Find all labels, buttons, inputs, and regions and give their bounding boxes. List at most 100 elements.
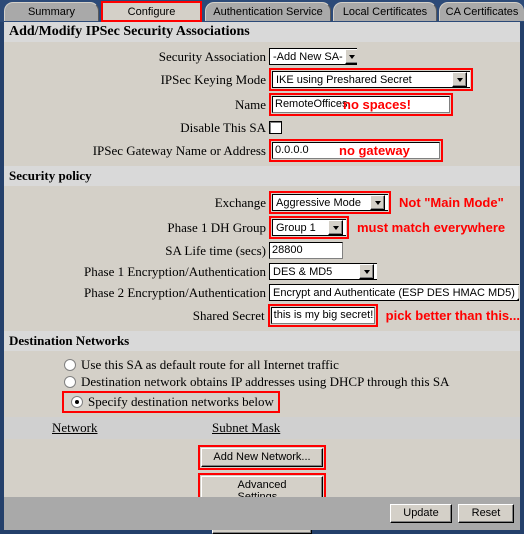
sa-lifetime-field: 28800 bbox=[269, 242, 343, 259]
ipsec-gateway-field: 0.0.0.0 no gateway bbox=[269, 139, 443, 162]
ipsec-gateway-highlight: 0.0.0.0 no gateway bbox=[269, 139, 443, 162]
ipsec-gateway-annotation: no gateway bbox=[339, 143, 410, 158]
page-title: Add/Modify IPSec Security Associations bbox=[4, 22, 520, 42]
name-highlight: RemoteOffices no spaces! bbox=[269, 93, 453, 116]
phase1-encryption-select[interactable]: DES & MD5 bbox=[269, 263, 377, 280]
tab-label: Local Certificates bbox=[342, 6, 428, 18]
exchange-value: Aggressive Mode bbox=[276, 196, 361, 209]
update-button[interactable]: Update bbox=[390, 504, 452, 523]
security-policy-header: Security policy bbox=[4, 166, 520, 186]
phase1-dh-group-label: Phase 1 DH Group bbox=[167, 219, 266, 235]
ipsec-keying-mode-field: IKE using Preshared Secret bbox=[269, 68, 473, 91]
phase1-dh-group-annotation: must match everywhere bbox=[357, 220, 506, 235]
phase2-encryption-field: Encrypt and Authenticate (ESP DES HMAC M… bbox=[269, 284, 519, 301]
network-table-header: Network Subnet Mask bbox=[4, 417, 520, 439]
radio-icon[interactable] bbox=[64, 376, 76, 388]
name-label: Name bbox=[234, 96, 266, 112]
ipsec-keying-mode-select[interactable]: IKE using Preshared Secret bbox=[272, 71, 470, 88]
shared-secret-highlight: this is my big secret! bbox=[267, 304, 378, 327]
phase1-encryption-value: DES & MD5 bbox=[273, 265, 333, 278]
exchange-field: Aggressive Mode Not "Main Mode" bbox=[269, 191, 504, 214]
configure-panel: Add/Modify IPSec Security Associations S… bbox=[4, 22, 520, 534]
tab-label: Summary bbox=[27, 6, 76, 18]
destination-option-label: Specify destination networks below bbox=[88, 394, 274, 409]
tab-authentication-service[interactable]: Authentication Service bbox=[205, 2, 331, 21]
destination-option-specify-highlight: Specify destination networks below bbox=[62, 391, 280, 413]
row-phase2-encryption: Phase 2 Encryption/Authentication Encryp… bbox=[4, 283, 520, 302]
ipsec-config-window: Summary Configure Authentication Service… bbox=[0, 0, 524, 534]
phase2-encryption-label: Phase 2 Encryption/Authentication bbox=[84, 284, 266, 300]
security-association-value: -Add New SA- bbox=[273, 50, 343, 63]
tab-summary[interactable]: Summary bbox=[4, 2, 99, 21]
add-new-network-highlight: Add New Network... bbox=[198, 445, 326, 470]
phase2-encryption-select[interactable]: Encrypt and Authenticate (ESP DES HMAC M… bbox=[269, 284, 519, 301]
phase1-dh-group-field: Group 1 must match everywhere bbox=[269, 216, 505, 239]
ipsec-keying-mode-label: IPSec Keying Mode bbox=[160, 71, 266, 87]
column-header-subnet-mask: Subnet Mask bbox=[212, 420, 281, 435]
row-sa-lifetime: SA Life time (secs) 28800 bbox=[4, 241, 520, 260]
phase1-dh-group-select[interactable]: Group 1 bbox=[272, 219, 346, 236]
exchange-annotation: Not "Main Mode" bbox=[399, 195, 504, 210]
phase1-dh-group-highlight: Group 1 bbox=[269, 216, 349, 239]
chevron-down-icon[interactable] bbox=[370, 195, 385, 210]
sa-lifetime-input[interactable]: 28800 bbox=[269, 242, 343, 259]
reset-button[interactable]: Reset bbox=[458, 504, 514, 523]
exchange-select[interactable]: Aggressive Mode bbox=[272, 194, 388, 211]
name-annotation: no spaces! bbox=[343, 97, 411, 112]
row-ipsec-gateway: IPSec Gateway Name or Address 0.0.0.0 no… bbox=[4, 139, 520, 162]
chevron-down-icon[interactable] bbox=[452, 72, 467, 87]
sa-lifetime-label: SA Life time (secs) bbox=[165, 242, 266, 258]
row-phase1-encryption: Phase 1 Encryption/Authentication DES & … bbox=[4, 262, 520, 281]
network-action-buttons: Add New Network... bbox=[4, 445, 520, 470]
tab-label: CA Certificates bbox=[445, 6, 519, 18]
row-shared-secret: Shared Secret this is my big secret! pic… bbox=[4, 304, 520, 327]
footer-bar: Update Reset bbox=[4, 497, 520, 530]
tab-local-certificates[interactable]: Local Certificates bbox=[333, 2, 437, 21]
name-field: RemoteOffices no spaces! bbox=[269, 93, 453, 116]
radio-icon[interactable] bbox=[64, 359, 76, 371]
exchange-highlight: Aggressive Mode bbox=[269, 191, 391, 214]
shared-secret-input[interactable]: this is my big secret! bbox=[270, 307, 375, 324]
row-exchange: Exchange Aggressive Mode Not "Main Mode" bbox=[4, 191, 520, 214]
chevron-down-icon[interactable] bbox=[344, 49, 357, 64]
tab-label: Configure bbox=[127, 5, 176, 18]
chevron-down-icon[interactable] bbox=[359, 264, 374, 279]
phase2-encryption-value: Encrypt and Authenticate (ESP DES HMAC M… bbox=[273, 286, 515, 299]
exchange-label: Exchange bbox=[214, 194, 266, 210]
ipsec-keying-mode-highlight: IKE using Preshared Secret bbox=[269, 68, 473, 91]
destination-option-label: Use this SA as default route for all Int… bbox=[81, 357, 339, 372]
security-association-label: Security Association bbox=[158, 48, 266, 64]
disable-this-sa-label: Disable This SA bbox=[180, 119, 266, 135]
shared-secret-field: this is my big secret! pick better than … bbox=[267, 304, 520, 327]
destination-option-label: Destination network obtains IP addresses… bbox=[81, 374, 450, 389]
ipsec-gateway-label: IPSec Gateway Name or Address bbox=[92, 142, 266, 158]
add-new-network-button[interactable]: Add New Network... bbox=[201, 448, 323, 467]
security-association-select[interactable]: -Add New SA- bbox=[269, 48, 357, 65]
destination-option-default-route[interactable]: Use this SA as default route for all Int… bbox=[4, 357, 520, 373]
destination-option-specify[interactable]: Specify destination networks below bbox=[4, 391, 520, 413]
shared-secret-label: Shared Secret bbox=[192, 307, 265, 323]
destination-networks-header: Destination Networks bbox=[4, 331, 520, 351]
row-disable-this-sa: Disable This SA bbox=[4, 118, 520, 137]
row-ipsec-keying-mode: IPSec Keying Mode IKE using Preshared Se… bbox=[4, 68, 520, 91]
disable-this-sa-checkbox[interactable] bbox=[269, 121, 282, 134]
row-name: Name RemoteOffices no spaces! bbox=[4, 93, 520, 116]
tab-ca-certificates[interactable]: CA Certificates bbox=[439, 2, 524, 21]
disable-this-sa-field bbox=[269, 121, 282, 134]
column-header-network: Network bbox=[52, 420, 98, 435]
ipsec-keying-mode-value: IKE using Preshared Secret bbox=[276, 73, 412, 86]
row-phase1-dh-group: Phase 1 DH Group Group 1 must match ever… bbox=[4, 216, 520, 239]
radio-icon[interactable] bbox=[71, 396, 83, 408]
shared-secret-annotation: pick better than this... bbox=[385, 308, 520, 323]
security-association-field: -Add New SA- bbox=[269, 48, 357, 65]
destination-option-dhcp[interactable]: Destination network obtains IP addresses… bbox=[4, 374, 520, 390]
tab-configure[interactable]: Configure bbox=[101, 1, 202, 22]
chevron-down-icon[interactable] bbox=[516, 285, 519, 300]
phase1-encryption-label: Phase 1 Encryption/Authentication bbox=[84, 263, 266, 279]
phase1-dh-group-value: Group 1 bbox=[276, 221, 316, 234]
tab-bar: Summary Configure Authentication Service… bbox=[0, 0, 524, 22]
phase1-encryption-field: DES & MD5 bbox=[269, 263, 377, 280]
tab-label: Authentication Service bbox=[213, 6, 323, 18]
chevron-down-icon[interactable] bbox=[328, 220, 343, 235]
row-security-association: Security Association -Add New SA- bbox=[4, 47, 520, 66]
